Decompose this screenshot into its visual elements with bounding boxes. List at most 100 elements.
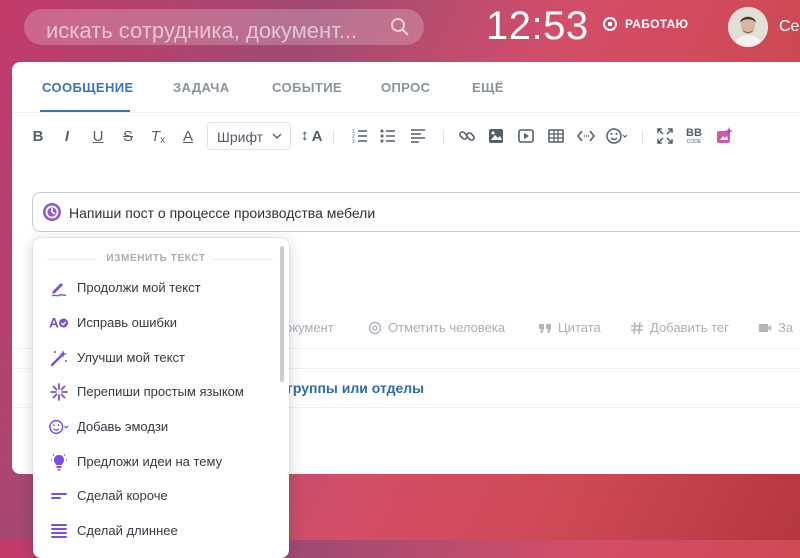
font-select[interactable]: Шрифт [207,122,291,150]
record-video-label: За [778,320,794,335]
sparkle-icon [49,382,69,402]
chevron-down-icon [272,133,282,140]
image-icon [489,129,503,143]
menu-item-label: Перепиши простым языком [77,384,244,399]
menu-item-suggest-ideas[interactable]: Предложи идеи на тему [33,444,279,478]
bullet-list-button[interactable] [376,124,400,148]
font-color-button[interactable]: A [176,124,200,148]
tab-event[interactable]: СОБЫТИЕ [272,80,342,95]
ai-prompt-input[interactable]: Напиши пост о процессе производства мебе… [32,192,800,232]
avatar[interactable] [728,7,768,47]
menu-item-shorten[interactable]: Сделай короче [33,478,279,512]
bbcode-sublabel: CODE [686,138,702,145]
hash-icon [631,321,643,334]
add-tag-label: Добавить тег [650,320,729,335]
quote-icon [539,323,551,333]
composer-tabs: СООБЩЕНИЕ ЗАДАЧА СОБЫТИЕ ОПРОС ЕЩЁ [12,62,800,113]
menu-item-label: Продолжи мой текст [77,280,201,295]
link-icon [459,131,475,141]
table-icon [548,129,564,143]
strikethrough-button[interactable]: S [116,124,140,148]
menu-item-add-emoji[interactable]: Добавь эмодзи [33,409,279,443]
work-status-label: РАБОТАЮ [625,17,689,31]
font-color-label: A [182,127,193,145]
fullscreen-button[interactable] [653,124,677,148]
toolbar-separator [642,130,643,144]
italic-label: I [64,127,70,145]
menu-divider [211,259,273,260]
shorten-icon [49,486,69,506]
lengthen-icon [49,521,69,541]
attach-document-button[interactable]: окумент [285,320,334,335]
link-button[interactable] [455,124,479,148]
image-button[interactable] [484,124,508,148]
bbcode-label: BB [686,126,702,139]
tab-poll[interactable]: ОПРОС [381,80,430,95]
menu-item-lengthen[interactable]: Сделай длиннее [33,513,279,547]
emoji-picker-button[interactable] [604,124,630,148]
menu-scrollbar[interactable] [280,246,284,382]
bold-button[interactable]: B [26,124,50,148]
ai-copilot-button[interactable] [712,124,736,148]
copilot-sparkle-icon [717,127,733,143]
numbered-list-button[interactable]: 123 [348,124,372,148]
font-size-button[interactable]: A [298,124,326,148]
underline-button[interactable]: U [86,124,110,148]
code-button[interactable] [574,124,598,148]
align-button[interactable] [406,124,430,148]
font-size-icon [302,131,307,141]
strike-label: S [122,127,133,145]
quote-button[interactable]: Цитата [538,320,601,335]
menu-item-improve-text[interactable]: Улучши мой текст [33,340,279,374]
menu-item-continue-text[interactable]: Продолжи мой текст [33,270,279,304]
clear-format-label: T [150,127,161,145]
smile-icon [606,128,628,144]
mention-label: Отметить человека [388,320,506,335]
clock: 12:53 [486,4,589,48]
at-icon [368,321,382,334]
record-video-button[interactable]: За [758,320,793,335]
search-icon[interactable] [390,17,410,37]
video-button[interactable] [514,124,538,148]
video-play-icon [518,129,534,143]
mention-button[interactable]: Отметить человека [368,320,505,335]
font-size-label: A [311,127,323,145]
clear-format-button[interactable]: Tx [146,124,170,148]
spellcheck-icon: A [49,313,69,333]
ai-actions-menu: ИЗМЕНИТЬ ТЕКСТ Продолжи мой текст A Испр… [33,238,289,558]
table-button[interactable] [544,124,568,148]
svg-text:A: A [49,316,59,331]
recipients-link[interactable]: группы или отделы [287,380,424,396]
toolbar-separator [443,130,444,144]
search-input[interactable] [46,13,380,49]
tab-task[interactable]: ЗАДАЧА [173,80,230,95]
menu-item-label: Исправь ошибки [77,315,177,330]
svg-text:3: 3 [352,139,355,145]
user-name[interactable]: Се [779,18,799,36]
active-tab-indicator [40,110,130,112]
menu-item-label: Сделай короче [77,488,168,503]
add-tag-button[interactable]: Добавить тег [630,320,729,335]
user-photo [728,7,768,47]
top-bar: 12:53 РАБОТАЮ Се [0,0,800,60]
bullet-list-icon [380,129,395,143]
tab-more[interactable]: ЕЩЁ [472,80,504,95]
menu-item-label: Сделай длиннее [77,523,178,538]
bbcode-button[interactable]: BB CODE [682,124,706,148]
menu-item-fix-errors[interactable]: A Исправь ошибки [33,305,279,339]
font-select-label: Шрифт [217,129,264,145]
menu-item-label: Улучши мой текст [77,350,185,365]
emoji-icon [49,417,69,437]
italic-button[interactable]: I [55,124,79,148]
tab-message[interactable]: СООБЩЕНИЕ [42,80,134,95]
menu-item-simplify[interactable]: Перепиши простым языком [33,374,279,408]
toolbar-separator [333,130,334,144]
work-status-button[interactable]: РАБОТАЮ [603,17,688,31]
video-icon [759,323,771,332]
search-bar[interactable] [24,9,424,49]
align-left-icon [411,129,425,143]
magic-wand-icon [49,348,69,368]
quote-label: Цитата [558,320,601,335]
numbered-list-icon: 123 [352,129,367,145]
underline-label: U [92,127,104,145]
